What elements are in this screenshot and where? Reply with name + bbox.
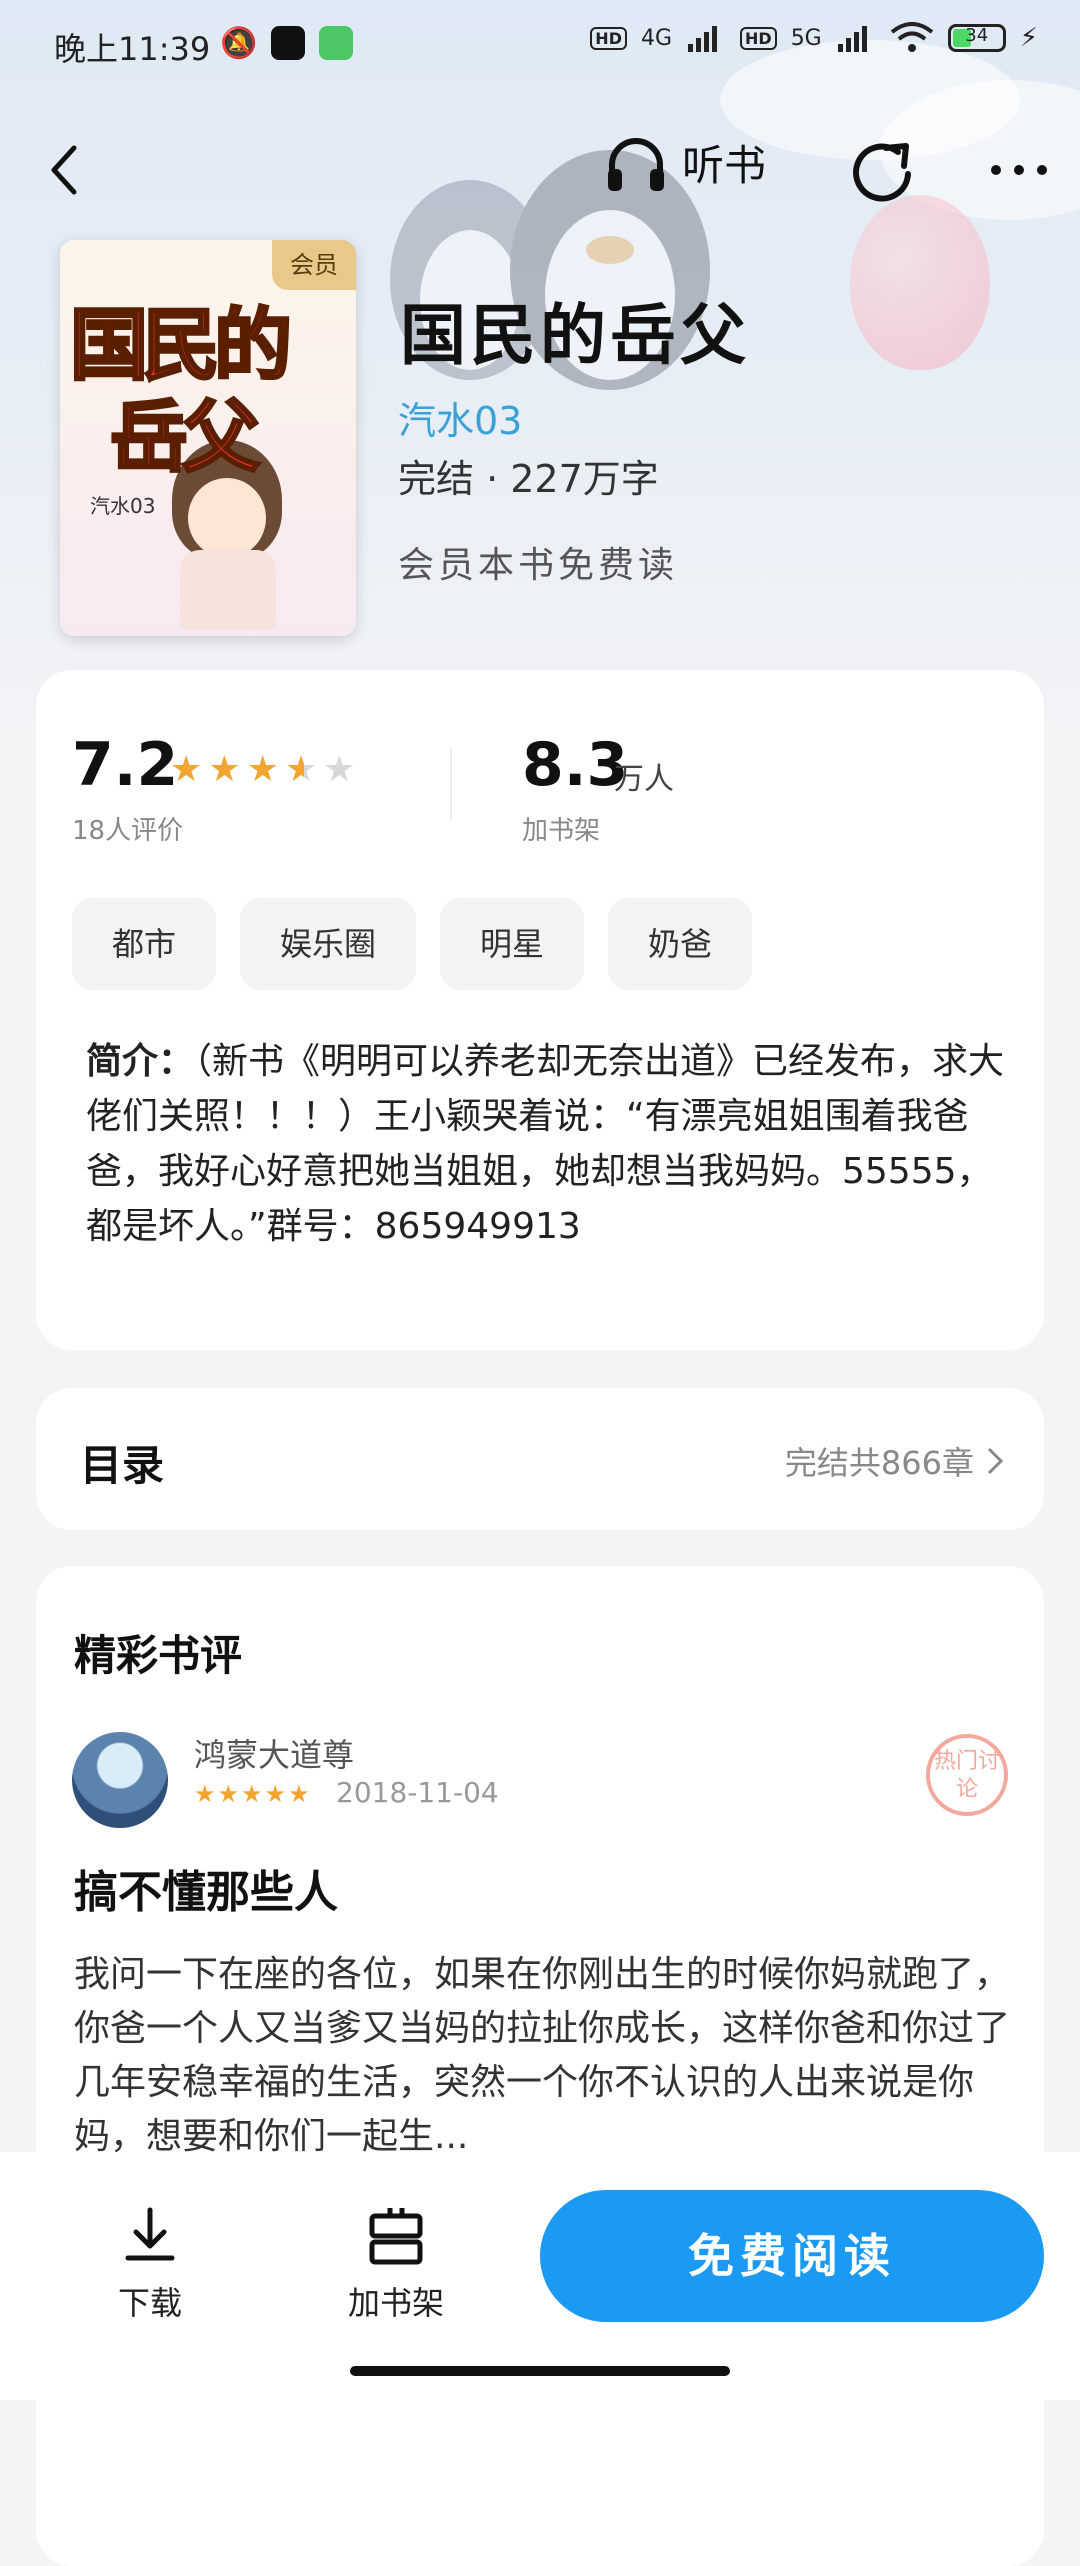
- star-icon: ★: [264, 1780, 287, 1808]
- book-intro[interactable]: 简介：（新书《明明可以养老却无奈出道》已经发布，求大佬们关照！！！）王小颖哭着说…: [86, 1034, 1006, 1254]
- free-read-button[interactable]: 免费阅读: [540, 2190, 1044, 2322]
- toc-title: 目录: [80, 1441, 165, 1490]
- tag-chip[interactable]: 娱乐圈: [240, 898, 417, 990]
- bottom-action-bar: 下载 加书架 免费阅读: [0, 2152, 1080, 2400]
- tag-chip[interactable]: 奶爸: [608, 898, 753, 990]
- wifi-icon: [890, 22, 933, 52]
- book-cover[interactable]: 国民的 岳父 汽水03 会员: [60, 240, 356, 636]
- rating-count[interactable]: 18人评价: [72, 810, 183, 847]
- download-button[interactable]: 下载: [80, 2202, 220, 2324]
- avatar[interactable]: [72, 1732, 168, 1828]
- book-status: 完结 · 227万字: [398, 457, 659, 501]
- shelf-count-unit: 万人: [614, 762, 674, 797]
- add-to-shelf-button[interactable]: 加书架: [326, 2202, 466, 2324]
- download-label: 下载: [117, 2284, 182, 2322]
- download-icon: [125, 2207, 175, 2261]
- signal-icon-2: [837, 26, 867, 52]
- add-to-shelf-label: 加书架: [347, 2284, 444, 2322]
- status-bar: 晚上11:39 🔕 HD 4G HD 5G 34 ⚡: [0, 0, 1080, 90]
- review-title[interactable]: 搞不懂那些人: [74, 1856, 338, 1920]
- star-icon: ★: [288, 1780, 310, 1808]
- tiktok-icon: [271, 26, 306, 60]
- star-icon: ★: [241, 1780, 263, 1808]
- status-right: HD 4G HD 5G 34 ⚡: [590, 22, 1038, 54]
- headphones-icon: [608, 137, 664, 191]
- balloon-decoration: [850, 195, 990, 370]
- intro-label: 简介：: [86, 1041, 195, 1082]
- reviews-header: 精彩书评: [74, 1631, 243, 1680]
- network-4g-label: 4G: [640, 25, 673, 51]
- toc-chapter-count: 完结共866章: [784, 1444, 974, 1482]
- status-time: 晚上11:39: [54, 30, 211, 68]
- stats-divider: [450, 748, 452, 820]
- listen-button[interactable]: 听书: [604, 132, 766, 193]
- cover-illustration-face: [188, 478, 266, 558]
- signal-icon: [688, 26, 718, 52]
- reviews-card: 精彩书评 鸿蒙大道尊 ★ ★ ★ ★ ★ 2018-11-04 热门讨论 搞不懂那些人 …: [36, 1566, 1044, 2566]
- back-icon[interactable]: [40, 140, 90, 200]
- network-5g-label: 5G: [790, 25, 822, 51]
- toc-summary: 完结共866章: [785, 1438, 1004, 1484]
- cover-illustration-body: [180, 550, 276, 630]
- status-notification-icons: 🔕: [220, 26, 354, 61]
- bookshelf-icon: [369, 2208, 423, 2265]
- share-icon[interactable]: [848, 134, 918, 204]
- book-info-card: 7.2 ★ ★ ★ ★ ★ 18人评价 8.3 万人 加书架 都市 娱乐圈 明星 奶爸 …: [36, 670, 1044, 1350]
- rating-stars: ★ ★ ★ ★ ★: [170, 752, 355, 788]
- cover-title: 国民的 岳父: [68, 300, 293, 485]
- more-icon[interactable]: [984, 150, 1054, 190]
- mute-icon: 🔕: [220, 26, 258, 61]
- review-username[interactable]: 鸿蒙大道尊: [194, 1730, 354, 1776]
- cover-author-tag: 汽水03: [90, 494, 156, 518]
- intro-text: （新书《明明可以养老却无奈出道》已经发布，求大佬们关照！！！）王小颖哭着说：“有…: [86, 1041, 1005, 1247]
- cover-title-line1: 国民的: [68, 300, 293, 393]
- shelf-count: 8.3: [522, 730, 629, 800]
- vip-badge: 会员: [272, 240, 356, 290]
- review-date: 2018-11-04: [336, 1776, 499, 1809]
- star-icon: ★: [217, 1780, 240, 1808]
- table-of-contents-row[interactable]: 目录 完结共866章: [36, 1388, 1044, 1530]
- star-icon: ★: [208, 749, 241, 790]
- tag-chip[interactable]: 明星: [440, 898, 585, 990]
- hot-discussion-badge: 热门讨论: [926, 1734, 1008, 1816]
- cover-title-line2: 岳父: [108, 392, 261, 485]
- star-icon: ★: [170, 749, 203, 790]
- battery-icon: 34: [947, 24, 1006, 52]
- book-title: 国民的岳父: [400, 297, 750, 374]
- tag-list: 都市 娱乐圈 明星 奶爸: [72, 898, 753, 990]
- listen-label: 听书: [682, 141, 767, 190]
- battery-level: 34: [965, 25, 989, 46]
- hd-icon: HD: [590, 26, 627, 50]
- tag-chip[interactable]: 都市: [72, 898, 217, 990]
- rating-score: 7.2: [72, 730, 179, 800]
- android-app-icon: [319, 26, 354, 60]
- star-icon: ★: [284, 749, 318, 790]
- review-body[interactable]: 我问一下在座的各位，如果在你刚出生的时候你妈就跑了，你爸一个人又当爹又当妈的拉扯…: [74, 1948, 1014, 2164]
- star-icon: ★: [246, 749, 279, 790]
- hd-icon-2: HD: [740, 26, 777, 50]
- home-indicator[interactable]: [350, 2366, 730, 2376]
- star-icon: ★: [194, 1780, 216, 1808]
- chevron-right-icon: [987, 1447, 1004, 1475]
- vip-free-notice: 会员本书免费读: [398, 545, 679, 586]
- shelf-count-label: 加书架: [522, 816, 601, 846]
- author-link[interactable]: 汽水03: [398, 390, 522, 445]
- top-nav: 听书: [0, 120, 1080, 220]
- charging-icon: ⚡: [1019, 23, 1038, 53]
- star-icon: ★: [323, 749, 356, 790]
- review-stars: ★ ★ ★ ★ ★: [194, 1780, 310, 1808]
